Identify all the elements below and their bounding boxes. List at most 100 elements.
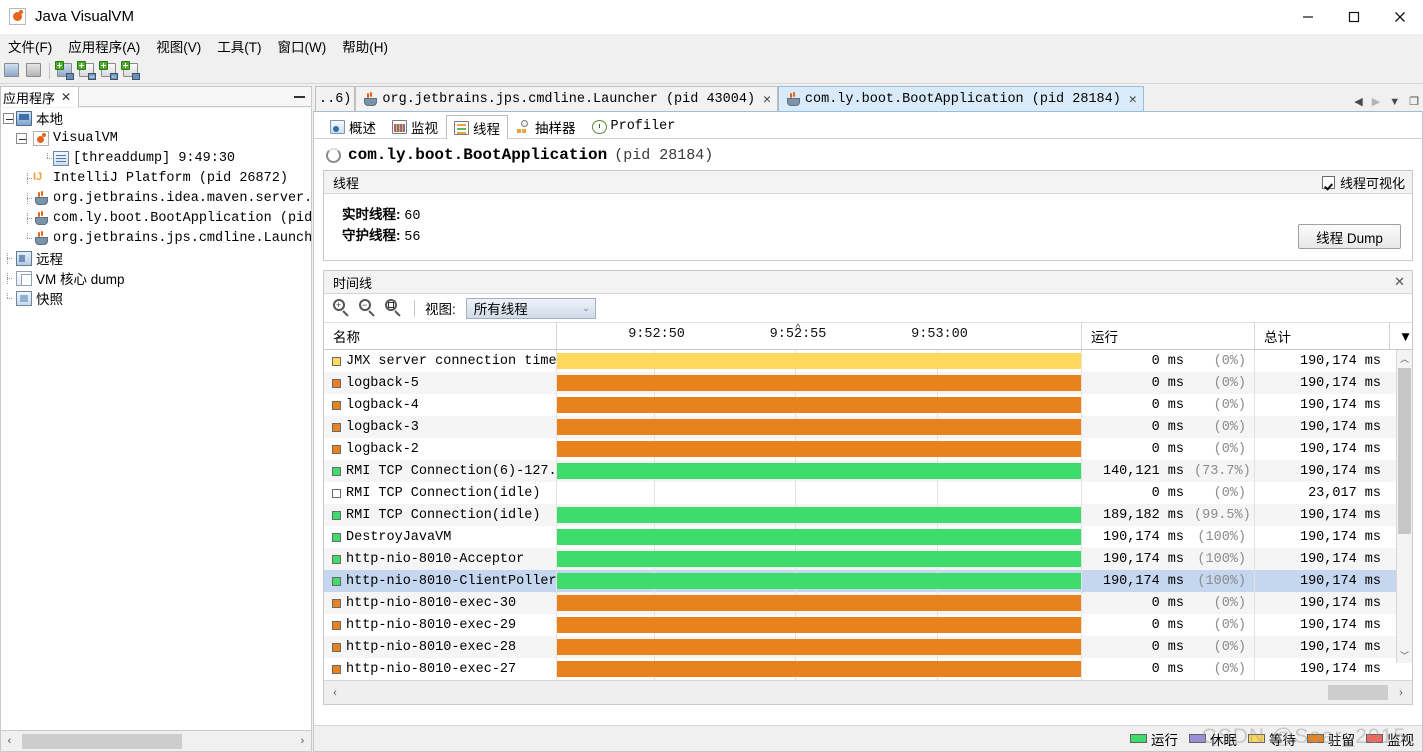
table-row[interactable]: http-nio-8010-exec-27 0 ms (0%) 190,174 ms	[324, 658, 1412, 680]
zoom-fit-icon[interactable]	[383, 298, 404, 319]
chevron-down-icon[interactable]: ⌄	[582, 303, 590, 314]
tab-sampler[interactable]: 抽样器	[508, 114, 584, 138]
hscroll-track[interactable]	[18, 732, 294, 751]
maximize-button[interactable]	[1331, 0, 1377, 34]
thread-dump-button[interactable]: 线程 Dump	[1298, 224, 1401, 249]
cell-timeline[interactable]	[557, 350, 1082, 372]
cell-timeline[interactable]	[557, 614, 1082, 636]
close-button[interactable]	[1377, 0, 1423, 34]
scroll-up-icon[interactable]: ︿	[1397, 350, 1412, 366]
cell-timeline[interactable]	[557, 460, 1082, 482]
view-select[interactable]: 所有线程 ⌄	[465, 297, 596, 319]
cell-timeline[interactable]	[557, 482, 1082, 504]
checkbox-icon[interactable]	[1321, 175, 1335, 189]
minimize-icon[interactable]	[294, 95, 305, 98]
tab-bootapplication[interactable]: com.ly.boot.BootApplication (pid 28184) …	[777, 86, 1144, 111]
menu-tools[interactable]: 工具(T)	[209, 34, 269, 58]
tab-jps-launcher[interactable]: org.jetbrains.jps.cmdline.Launcher (pid …	[355, 86, 778, 111]
scroll-left-icon[interactable]: ‹	[1, 732, 18, 751]
cell-timeline[interactable]	[557, 504, 1082, 526]
hscroll-track[interactable]	[346, 683, 1390, 702]
hscroll-thumb[interactable]	[22, 733, 182, 749]
vscroll-thumb[interactable]	[1398, 368, 1411, 534]
tab-scroll-right-icon[interactable]: ▶	[1372, 95, 1380, 108]
tree-node-threaddump[interactable]: [threaddump] 9:49:30	[1, 148, 311, 168]
column-header-running[interactable]: 运行	[1082, 323, 1255, 349]
cell-timeline[interactable]	[557, 526, 1082, 548]
timeline-vscrollbar[interactable]: ︿ ﹀	[1396, 350, 1412, 663]
tab-scroll-left-icon[interactable]: ◀	[1354, 95, 1362, 108]
tree-node-visualvm[interactable]: VisualVM	[1, 128, 311, 148]
close-icon[interactable]: ✕	[1129, 92, 1137, 107]
scroll-right-icon[interactable]: ›	[294, 732, 311, 751]
table-row[interactable]: logback-2 0 ms (0%) 190,174 ms	[324, 438, 1412, 460]
close-icon[interactable]: ✕	[1394, 274, 1405, 290]
tab-applications[interactable]: 应用程序 ✕	[0, 86, 80, 107]
menu-view[interactable]: 视图(V)	[148, 34, 209, 58]
menu-window[interactable]: 窗口(W)	[270, 34, 335, 58]
cell-timeline[interactable]	[557, 548, 1082, 570]
cell-timeline[interactable]	[557, 372, 1082, 394]
table-row[interactable]: http-nio-8010-exec-30 0 ms (0%) 190,174 ms	[324, 592, 1412, 614]
tab-threads[interactable]: 线程	[446, 115, 508, 139]
table-row[interactable]: logback-3 0 ms (0%) 190,174 ms	[324, 416, 1412, 438]
close-icon[interactable]: ✕	[61, 90, 71, 104]
add-jmx-icon[interactable]: JMX	[77, 60, 97, 81]
menu-applications[interactable]: 应用程序(A)	[60, 34, 148, 58]
tree-node-jps-launcher[interactable]: org.jetbrains.jps.cmdline.Launch	[1, 228, 311, 248]
timeline-hscrollbar[interactable]: ‹ ›	[324, 680, 1412, 704]
table-row[interactable]: RMI TCP Connection(idle) 0 ms (0%) 23,017 m…	[324, 482, 1412, 504]
table-row[interactable]: http-nio-8010-exec-29 0 ms (0%) 190,174 ms	[324, 614, 1412, 636]
thread-visualization-checkbox[interactable]: 线程可视化	[1321, 173, 1405, 192]
hscroll-thumb[interactable]	[1328, 685, 1388, 700]
scroll-down-icon[interactable]: ﹀	[1397, 647, 1412, 663]
tree-node-intellij-platform[interactable]: IntelliJ Platform (pid 26872)	[1, 168, 311, 188]
zoom-out-icon[interactable]: −	[357, 298, 378, 319]
tree-node-bootapplication[interactable]: com.ly.boot.BootApplication (pid	[1, 208, 311, 228]
save-icon[interactable]	[24, 61, 44, 81]
add-vm-coredump-icon[interactable]	[121, 60, 141, 81]
cell-timeline[interactable]	[557, 416, 1082, 438]
scroll-right-icon[interactable]: ›	[1390, 683, 1412, 702]
add-remote-host-icon[interactable]: 01	[99, 60, 119, 81]
table-row[interactable]: JMX server connection timeo 0 ms (0%) 190,1…	[324, 350, 1412, 372]
applications-tree[interactable]: 本地 VisualVM [threaddump] 9:49:30 Intelli…	[0, 108, 312, 731]
scroll-left-icon[interactable]: ‹	[324, 683, 346, 702]
applications-panel-hscrollbar[interactable]: ‹ ›	[0, 731, 312, 752]
collapse-toggle-icon[interactable]	[16, 132, 27, 144]
cell-timeline[interactable]	[557, 394, 1082, 416]
column-sort-dropdown-icon[interactable]: ▼	[1390, 323, 1412, 349]
menu-file[interactable]: 文件(F)	[0, 34, 60, 58]
tree-node-remote[interactable]: 远程	[1, 248, 311, 268]
table-row[interactable]: http-nio-8010-ClientPoller 190,174 ms (100…	[324, 570, 1412, 592]
column-header-total[interactable]: 总计	[1255, 323, 1390, 349]
tab-maximize-icon[interactable]: ❐	[1409, 95, 1419, 108]
tab-overview[interactable]: 概述	[322, 114, 384, 138]
tab-profiler[interactable]: Profiler	[584, 114, 684, 138]
load-icon[interactable]	[2, 61, 22, 81]
tree-node-local[interactable]: 本地	[1, 108, 311, 128]
cell-timeline[interactable]	[557, 636, 1082, 658]
table-row[interactable]: RMI TCP Connection(idle) 189,182 ms (99.5%…	[324, 504, 1412, 526]
tab-monitor[interactable]: 监视	[384, 114, 446, 138]
tree-node-snapshots[interactable]: 快照	[1, 288, 311, 308]
collapse-toggle-icon[interactable]	[3, 112, 14, 124]
table-row[interactable]: http-nio-8010-Acceptor 190,174 ms (100%) 19…	[324, 548, 1412, 570]
menu-help[interactable]: 帮助(H)	[334, 34, 396, 58]
table-row[interactable]: logback-4 0 ms (0%) 190,174 ms	[324, 394, 1412, 416]
tab-overflow-indicator[interactable]: ..6)	[315, 86, 356, 111]
column-header-name[interactable]: 名称	[324, 323, 557, 349]
close-icon[interactable]: ✕	[763, 92, 771, 107]
tree-node-vm-coredump[interactable]: VM 核心 dump	[1, 268, 311, 288]
tab-list-dropdown-icon[interactable]: ▼	[1389, 96, 1400, 108]
tree-node-maven-server[interactable]: org.jetbrains.idea.maven.server.	[1, 188, 311, 208]
table-row[interactable]: DestroyJavaVM 190,174 ms (100%) 190,174 ms	[324, 526, 1412, 548]
cell-timeline[interactable]	[557, 592, 1082, 614]
cell-timeline[interactable]	[557, 570, 1082, 592]
table-row[interactable]: logback-5 0 ms (0%) 190,174 ms	[324, 372, 1412, 394]
table-row[interactable]: http-nio-8010-exec-28 0 ms (0%) 190,174 ms	[324, 636, 1412, 658]
add-jmx-connection-icon[interactable]	[55, 60, 75, 81]
cell-timeline[interactable]	[557, 658, 1082, 680]
cell-timeline[interactable]	[557, 438, 1082, 460]
zoom-in-icon[interactable]: +	[331, 298, 352, 319]
